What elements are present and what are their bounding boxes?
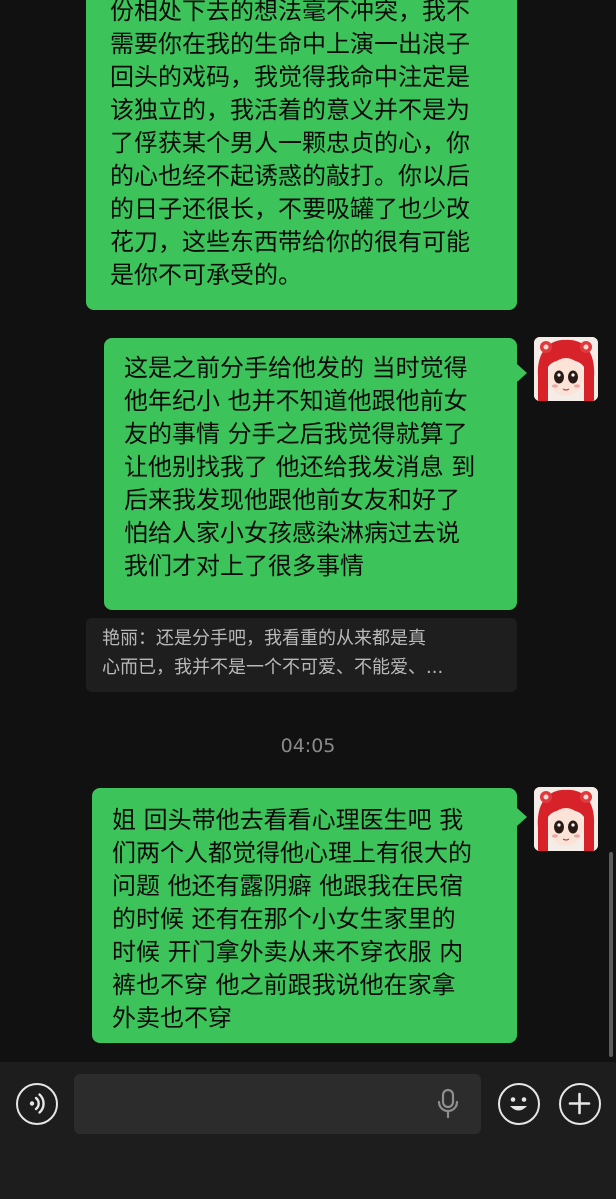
bubble-tail — [517, 364, 527, 382]
message-bubble-sent[interactable]: 份相处下去的想法毫不冲突，我不 需要你在我的生命中上演一出浪子 回头的戏码，我觉… — [86, 0, 517, 310]
more-actions-button[interactable] — [559, 1083, 601, 1125]
user-avatar[interactable] — [534, 337, 598, 401]
message-input[interactable] — [74, 1074, 481, 1134]
user-avatar[interactable] — [534, 787, 598, 851]
message-line: 的日子还很长，不要吸罐了也少改 — [110, 195, 470, 223]
quoted-line: 心而已，我并不是一个不可爱、不能爱、... — [102, 657, 444, 678]
message-line: 问题 他还有露阴癖 他跟我在民宿 — [112, 872, 464, 900]
message-line: 回头的戏码，我觉得我命中注定是 — [110, 63, 470, 91]
message-line: 裤也不穿 他之前跟我说他在家拿 — [112, 971, 456, 999]
message-line: 了俘获某个男人一颗忠贞的心，你 — [110, 129, 470, 157]
message-line: 后来我发现他跟他前女友和好了 — [124, 486, 460, 514]
message-bubble-sent[interactable]: 这是之前分手给他发的 当时觉得 他年纪小 也并不知道他跟他前女 友的事情 分手之… — [104, 338, 517, 610]
quoted-line: 艳丽：还是分手吧，我看重的从来都是真 — [102, 628, 426, 649]
bubble-tail — [517, 808, 527, 826]
message-line: 需要你在我的生命中上演一出浪子 — [110, 30, 470, 58]
avatar-image — [534, 787, 598, 851]
message-line: 是你不可承受的。 — [110, 261, 302, 289]
message-line: 怕给人家小女孩感染淋病过去说 — [124, 519, 460, 547]
chat-scrollbar[interactable] — [609, 852, 613, 1057]
message-bubble-sent[interactable]: 姐 回头带他去看看心理医生吧 我 们两个人都觉得他心理上有很大的 问题 他还有露… — [92, 788, 517, 1043]
message-line: 该独立的，我活着的意义并不是为 — [110, 96, 470, 124]
avatar-image — [534, 337, 598, 401]
message-line: 们两个人都觉得他心理上有很大的 — [112, 839, 472, 867]
voice-mode-icon — [29, 1093, 45, 1114]
message-line: 外卖也不穿 — [112, 1004, 232, 1032]
microphone-button[interactable] — [437, 1088, 459, 1124]
message-text: 份相处下去的想法毫不冲突，我不 需要你在我的生命中上演一出浪子 回头的戏码，我觉… — [110, 0, 503, 292]
message-line: 时候 开门拿外卖从来不穿衣服 内 — [112, 938, 464, 966]
message-line: 的时候 还有在那个小女生家里的 — [112, 905, 456, 933]
emoji-icon — [510, 1097, 527, 1111]
message-line: 花刀，这些东西带给你的很有可能 — [110, 228, 470, 256]
message-line: 让他别找我了 他还给我发消息 到 — [124, 453, 476, 481]
message-line: 友的事情 分手之后我觉得就算了 — [124, 420, 468, 448]
plus-icon — [568, 1092, 591, 1115]
microphone-icon — [437, 1088, 459, 1119]
voice-mode-button[interactable] — [16, 1083, 58, 1125]
message-line: 份相处下去的想法毫不冲突，我不 — [110, 0, 470, 25]
quoted-message[interactable]: 艳丽：还是分手吧，我看重的从来都是真 心而已，我并不是一个不可爱、不能爱、... — [86, 618, 517, 692]
chat-screen: 份相处下去的想法毫不冲突，我不 需要你在我的生命中上演一出浪子 回头的戏码，我觉… — [0, 0, 616, 1199]
message-line: 的心也经不起诱惑的敲打。你以后 — [110, 162, 470, 190]
message-timestamp: 04:05 — [280, 735, 336, 757]
emoji-button[interactable] — [498, 1083, 540, 1125]
message-line: 我们才对上了很多事情 — [124, 552, 364, 580]
message-line: 这是之前分手给他发的 当时觉得 — [124, 354, 468, 382]
message-line: 姐 回头带他去看看心理医生吧 我 — [112, 806, 464, 834]
message-line: 他年纪小 也并不知道他跟他前女 — [124, 387, 468, 415]
